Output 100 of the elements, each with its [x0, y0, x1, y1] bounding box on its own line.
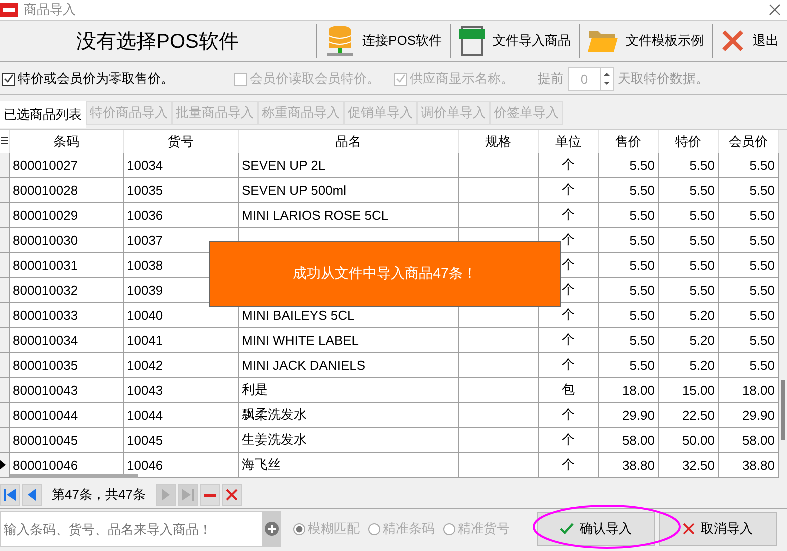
toolbar-button[interactable]: 退出	[712, 24, 787, 58]
tab[interactable]: 已选商品列表	[0, 101, 86, 128]
table-cell: 10044	[124, 403, 239, 428]
column-header: 规格	[459, 130, 539, 153]
table-cell: 18.00	[599, 378, 659, 403]
close-icon	[721, 29, 745, 53]
radio-button[interactable]	[293, 522, 306, 536]
table-cell: 个	[539, 353, 599, 378]
table-cell: SEVEN UP 500ml	[239, 178, 459, 203]
scrollbar[interactable]	[779, 130, 787, 478]
table-cell: 5.50	[659, 203, 719, 228]
checkbox-label: 供应商显示名称。	[410, 70, 514, 88]
radio-button[interactable]	[368, 522, 381, 536]
folder-icon	[588, 29, 618, 53]
table-cell: 800010034	[10, 328, 124, 353]
navigator-button[interactable]	[200, 484, 220, 506]
table-cell: 生姜洗发水	[239, 428, 459, 453]
table-cell: 800010028	[10, 178, 124, 203]
close-icon	[683, 523, 695, 535]
table-cell: 5.50	[599, 178, 659, 203]
table-cell: 800010043	[10, 378, 124, 403]
table-cell: 5.50	[599, 328, 659, 353]
radio-label: 精准货号	[458, 520, 510, 538]
confirm-button[interactable]: 确认导入	[537, 512, 655, 546]
close-icon	[224, 488, 239, 502]
table-cell: 800010029	[10, 203, 124, 228]
table-cell: 10041	[124, 328, 239, 353]
previous-icon	[27, 488, 37, 502]
table-cell: 个	[539, 153, 599, 178]
table-cell: 5.50	[599, 303, 659, 328]
column-header: 条码	[10, 130, 124, 153]
table-cell: 800010032	[10, 278, 124, 303]
table-cell: MINI LARIOS ROSE 5CL	[239, 203, 459, 228]
database-icon	[324, 25, 355, 57]
table-cell: 5.50	[599, 153, 659, 178]
radio-label: 模糊匹配	[308, 520, 360, 538]
scrollbar-thumb[interactable]	[10, 474, 138, 478]
table-cell: 800010033	[10, 303, 124, 328]
checkbox-label: 特价或会员价为零取售价。	[18, 70, 174, 88]
table-cell: 10034	[124, 153, 239, 178]
table-cell: 飘柔洗发水	[239, 403, 459, 428]
table-cell: 5.50	[599, 228, 659, 253]
column-header: 品名	[239, 130, 459, 153]
next-icon	[160, 488, 171, 502]
table-cell: 800010031	[10, 253, 124, 278]
spreadsheet-icon	[459, 25, 485, 57]
checkbox-label: 会员价读取会员特价。	[250, 70, 380, 88]
table-cell: 800010027	[10, 153, 124, 178]
table-cell: MINI WHITE LABEL	[239, 328, 459, 353]
table-cell: 5.50	[659, 178, 719, 203]
toolbar-button[interactable]: 文件导入商品	[450, 24, 579, 58]
table-cell: 50.00	[659, 428, 719, 453]
table-cell: 5.50	[599, 353, 659, 378]
scrollbar-thumb[interactable]	[781, 380, 785, 440]
first-record-icon	[3, 488, 17, 502]
table-cell: SEVEN UP 2L	[239, 153, 459, 178]
table-cell: 22.50	[659, 403, 719, 428]
navigator-button[interactable]	[0, 484, 20, 506]
table-cell: 10045	[124, 428, 239, 453]
column-header: 售价	[599, 130, 659, 153]
column-header: 特价	[659, 130, 719, 153]
table-cell: 29.90	[599, 403, 659, 428]
toolbar-button[interactable]: 文件模板示例	[579, 24, 712, 58]
column-chooser-icon[interactable]	[1, 137, 8, 146]
add-icon[interactable]	[265, 522, 279, 536]
table-cell: 800010035	[10, 353, 124, 378]
column-header: 单位	[539, 130, 599, 153]
toolbar-button[interactable]: 连接POS软件	[316, 24, 450, 58]
search-field[interactable]: 输入条码、货号、品名来导入商品！	[0, 511, 263, 547]
table-cell: 5.50	[599, 203, 659, 228]
current-row-icon	[0, 460, 6, 470]
navigator-button[interactable]	[222, 484, 242, 506]
table-cell: 5.50	[659, 153, 719, 178]
table-cell: 个	[539, 178, 599, 203]
table-cell: 个	[539, 453, 599, 478]
record-counter: 第47条，共47条	[51, 486, 147, 504]
cancel-button[interactable]: 取消导入	[659, 512, 777, 546]
checkbox[interactable]	[2, 72, 15, 86]
table-cell: 包	[539, 378, 599, 403]
radio-label: 精准条码	[383, 520, 435, 538]
table-cell: 10042	[124, 353, 239, 378]
table-cell: 个	[539, 328, 599, 353]
table-cell: 5.50	[599, 278, 659, 303]
table-cell: 10043	[124, 378, 239, 403]
table-cell: 个	[539, 403, 599, 428]
table-cell: 800010044	[10, 403, 124, 428]
table-cell: 5.50	[599, 253, 659, 278]
table-cell: 10036	[124, 203, 239, 228]
navigator-button[interactable]	[22, 484, 42, 506]
pos-status-text: 没有选择POS软件	[76, 30, 240, 54]
last-record-icon	[180, 488, 195, 502]
column-header: 货号	[124, 130, 239, 153]
table-cell: 个	[539, 428, 599, 453]
row-header[interactable]	[0, 453, 10, 478]
table-cell: 5.50	[659, 253, 719, 278]
radio-button[interactable]	[443, 522, 456, 536]
table-cell: 38.80	[599, 453, 659, 478]
table-cell: 利是	[239, 378, 459, 403]
table-cell: 5.20	[659, 328, 719, 353]
days-suffix-label: 天取特价数据。	[618, 70, 709, 88]
